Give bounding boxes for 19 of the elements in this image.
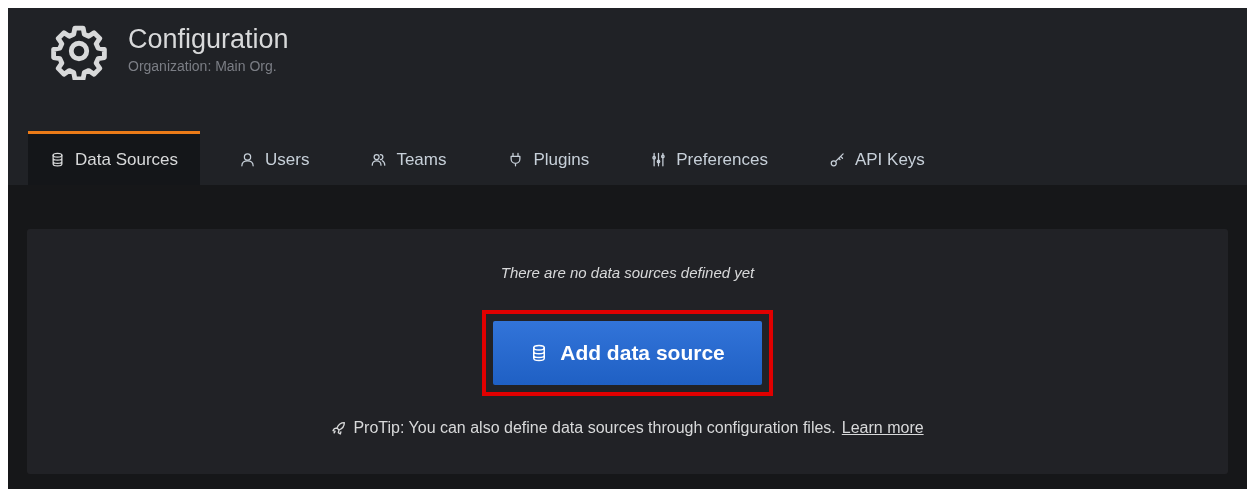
- tab[interactable]: Teams: [349, 131, 469, 185]
- plug-icon: [508, 152, 524, 167]
- learn-more-link[interactable]: Learn more: [841, 415, 924, 440]
- user-icon: [240, 152, 255, 167]
- key-icon: [829, 152, 845, 167]
- database-icon: [50, 152, 65, 167]
- tab[interactable]: API Keys: [807, 131, 947, 185]
- page-title: Configuration: [128, 23, 289, 56]
- tab[interactable]: Preferences: [629, 131, 790, 185]
- tab[interactable]: Data Sources: [28, 131, 200, 185]
- sliders-icon: [651, 152, 667, 167]
- rocket-icon: [331, 419, 348, 436]
- page-subtitle: Organization: Main Org.: [128, 57, 278, 76]
- add-data-source-button[interactable]: Add data source: [493, 320, 762, 385]
- empty-message: There are no data sources defined yet: [500, 263, 755, 283]
- users-icon: [371, 152, 387, 167]
- tab[interactable]: Users: [218, 131, 332, 185]
- protip-text: ProTip: You can also define data sources through configuration files.: [353, 417, 836, 438]
- tab[interactable]: Plugins: [486, 131, 612, 185]
